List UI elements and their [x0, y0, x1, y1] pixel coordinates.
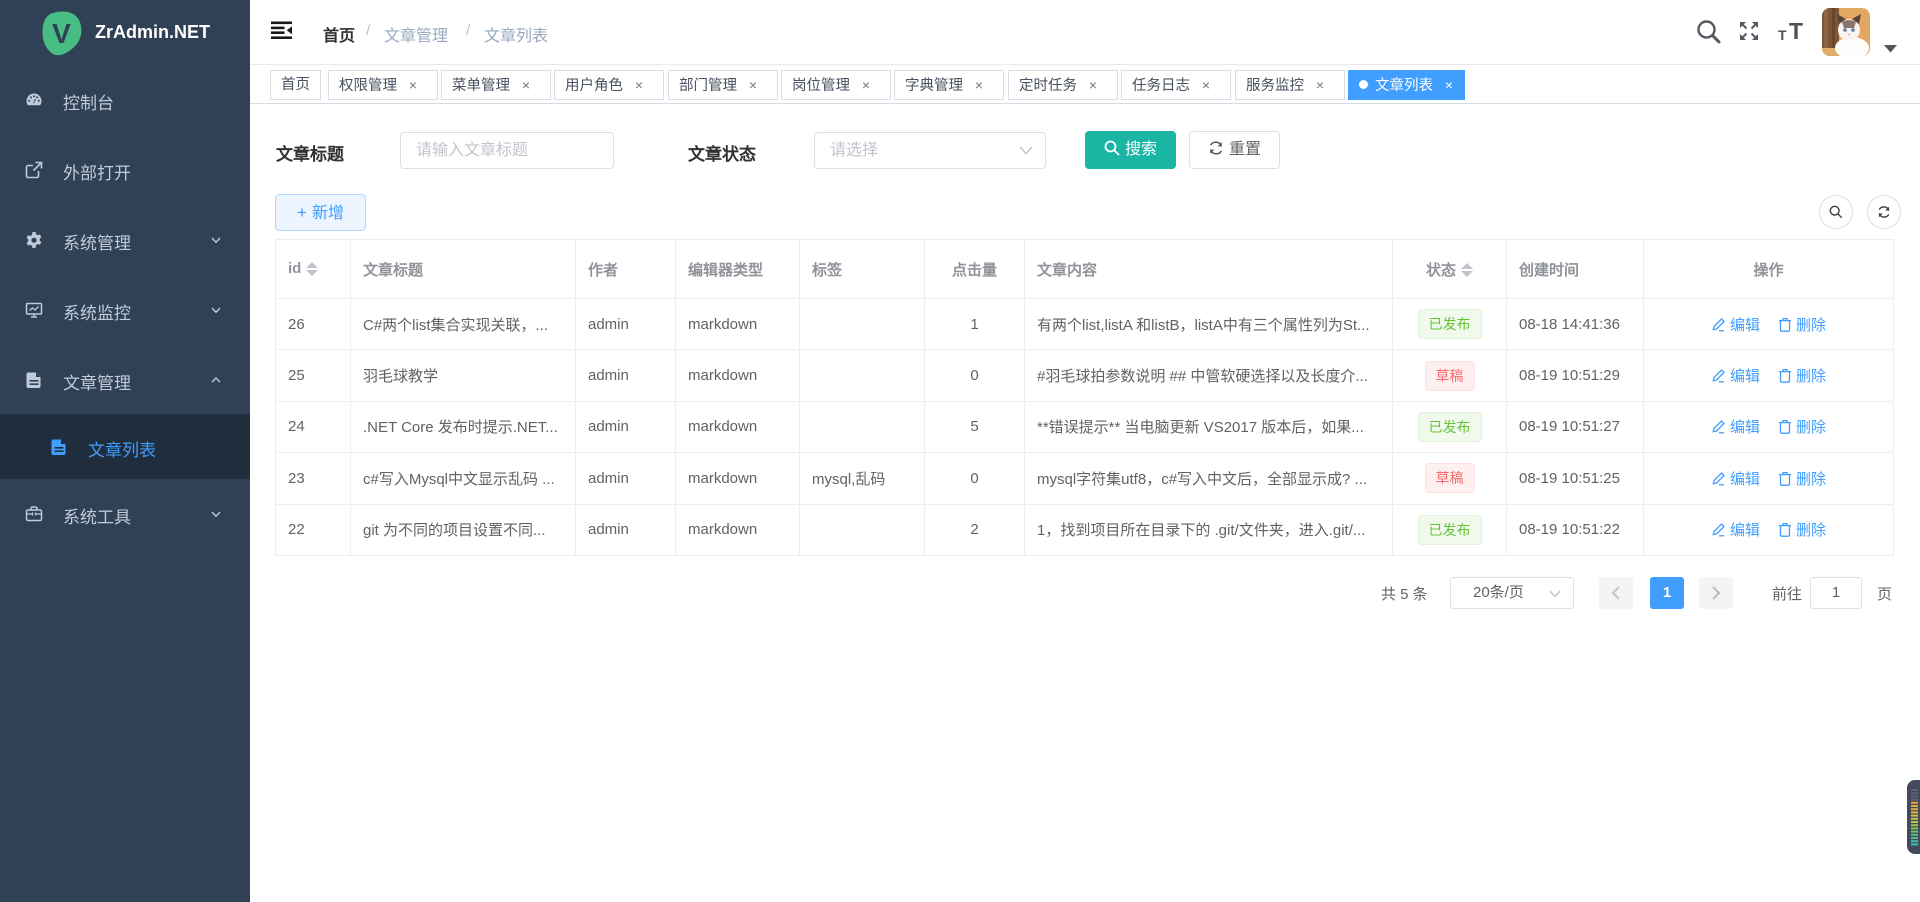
- svg-text:V: V: [52, 18, 71, 49]
